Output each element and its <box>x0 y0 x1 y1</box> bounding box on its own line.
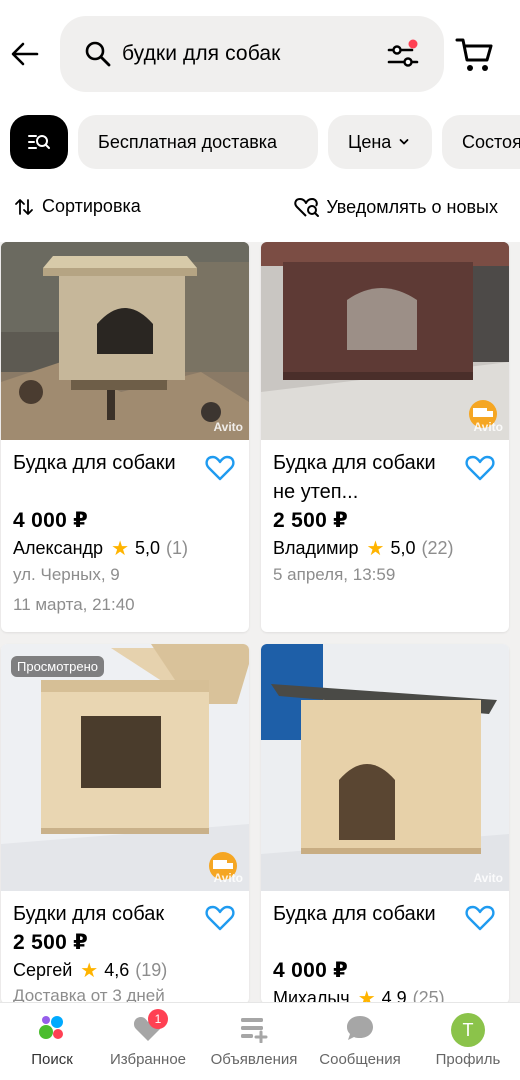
nav-favorites[interactable]: 1 Избранное <box>96 1003 200 1080</box>
nav-label: Объявления <box>210 1051 298 1068</box>
watermark: Avito <box>473 871 503 885</box>
price-chip[interactable]: Цена <box>328 115 432 169</box>
condition-chip[interactable]: Состояние <box>442 115 520 169</box>
listing-card[interactable]: Avito Будка для собаки 4 000 ₽ Александр… <box>1 242 249 632</box>
chat-icon <box>347 1016 373 1040</box>
listing-title[interactable]: Будки для собак <box>13 900 213 929</box>
nav-label: Поиск <box>31 1051 73 1068</box>
saved-searches-chip[interactable] <box>10 115 68 169</box>
search-logo-icon <box>39 1016 63 1039</box>
star-icon: ★ <box>366 538 385 560</box>
listing-photo[interactable]: Avito <box>261 242 509 440</box>
listing-photo[interactable]: Просмотрено Avito <box>1 644 249 891</box>
chip-label: Бесплатная доставка <box>98 131 278 152</box>
listing-price: 4 000 ₽ <box>13 509 89 532</box>
sort-label: Сортировка <box>42 196 141 216</box>
nav-label: Избранное <box>109 1051 187 1068</box>
seller-name: Сергей <box>13 960 73 980</box>
listing-card[interactable]: Просмотрено Avito Будки для собак 2 500 … <box>1 644 249 1004</box>
listing-address: ул. Черных, 9 <box>13 565 120 584</box>
review-count: (1) <box>166 538 189 558</box>
listing-date: 11 марта, 21:40 <box>13 595 135 614</box>
listing-title[interactable]: Будка для собаки не утеп... <box>273 449 463 507</box>
seller-rating: 4,6 <box>104 960 130 980</box>
filter-search-icon <box>28 135 50 149</box>
sort-arrows-icon <box>15 198 33 215</box>
arrow-left-icon <box>11 42 39 66</box>
heart-search-icon <box>294 198 320 217</box>
seller-name: Владимир <box>273 538 359 558</box>
listing-title[interactable]: Будка для собаки <box>13 449 203 478</box>
notify-label: Уведомлять о новых <box>326 196 498 217</box>
seller-name: Александр <box>13 538 104 558</box>
favorite-heart-icon[interactable] <box>465 454 495 482</box>
seller-info: Владимир ★ 5,0 (22) <box>273 536 454 561</box>
favorite-heart-icon[interactable] <box>465 904 495 932</box>
seller-rating: 5,0 <box>390 538 416 558</box>
watermark: Avito <box>213 871 243 885</box>
chip-label: Цена <box>348 131 392 152</box>
watermark: Avito <box>473 420 503 434</box>
search-bar[interactable]: будки для собак <box>60 16 444 92</box>
favorites-badge: 1 <box>148 1009 168 1029</box>
favorite-heart-icon[interactable] <box>205 454 235 482</box>
bottom-navigation: Поиск 1 Избранное Объявления Сообщения Т… <box>0 1002 520 1080</box>
listing-price: 2 500 ₽ <box>13 931 89 954</box>
star-icon: ★ <box>111 538 129 560</box>
nav-label: Сообщения <box>319 1051 401 1068</box>
top-bar: будки для собак Бесплатная доставка Цена <box>0 0 520 242</box>
viewed-badge: Просмотрено <box>11 656 105 677</box>
favorite-heart-icon[interactable] <box>205 904 235 932</box>
search-query[interactable]: будки для собак <box>122 38 280 70</box>
listings-icon <box>241 1018 268 1043</box>
chevron-down-icon <box>399 139 409 145</box>
listing-price: 4 000 ₽ <box>273 959 349 982</box>
listing-date: 5 апреля, 13:59 <box>273 565 396 584</box>
review-count: (22) <box>421 538 454 558</box>
sort-button[interactable]: Сортировка <box>14 196 141 217</box>
back-button[interactable] <box>8 34 42 74</box>
chip-label: Состояние <box>462 131 520 152</box>
cart-icon[interactable] <box>455 36 495 74</box>
search-icon <box>85 41 111 67</box>
notify-button[interactable]: Уведомлять о новых <box>294 196 498 218</box>
listing-photo[interactable]: Avito <box>261 644 509 891</box>
nav-search[interactable]: Поиск <box>0 1003 104 1080</box>
listing-price: 2 500 ₽ <box>273 509 349 532</box>
listing-photo[interactable]: Avito <box>1 242 249 440</box>
listing-card[interactable]: Avito Будка для собаки не утеп... 2 500 … <box>261 242 509 632</box>
filter-chips: Бесплатная доставка Цена Состояние <box>10 115 520 169</box>
seller-info: Александр ★ 5,0 (1) <box>13 536 188 561</box>
nav-label: Профиль <box>435 1051 501 1068</box>
star-icon: ★ <box>80 960 99 982</box>
nav-listings[interactable]: Объявления <box>202 1003 306 1080</box>
avatar: Т <box>451 1013 485 1047</box>
free-delivery-chip[interactable]: Бесплатная доставка <box>78 115 318 169</box>
filters-icon[interactable] <box>386 38 420 72</box>
review-count: (19) <box>135 960 168 980</box>
seller-rating: 5,0 <box>135 538 161 558</box>
listing-title[interactable]: Будка для собаки <box>273 900 463 929</box>
seller-info: Сергей ★ 4,6 (19) <box>13 958 167 983</box>
watermark: Avito <box>213 420 243 434</box>
nav-messages[interactable]: Сообщения <box>308 1003 412 1080</box>
sort-bar: Сортировка Уведомлять о новых <box>0 190 520 230</box>
listing-card[interactable]: Avito Будка для собаки 4 000 ₽ Михалыч ★… <box>261 644 509 1004</box>
nav-profile[interactable]: Т Профиль <box>416 1003 520 1080</box>
